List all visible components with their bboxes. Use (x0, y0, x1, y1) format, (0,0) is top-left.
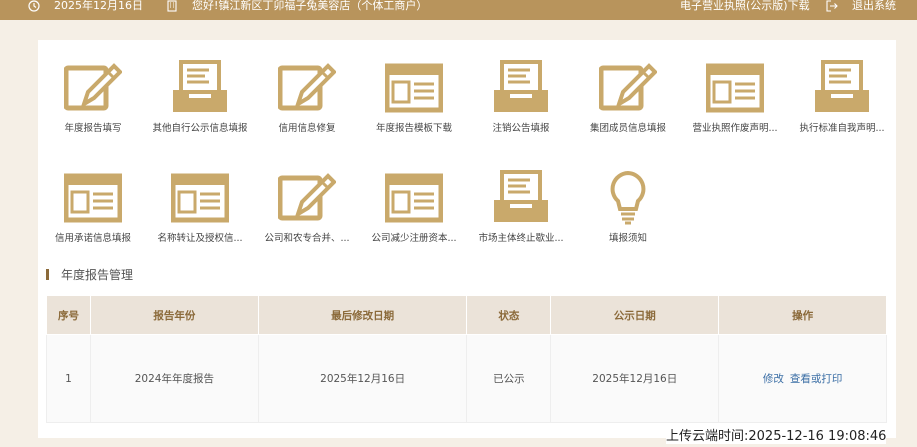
cell-index: 1 (46, 334, 91, 423)
annual-report-table: 序号 报告年份 最后修改日期 状态 公示日期 操作 1 2024年年度报告 20… (46, 295, 887, 423)
tile-7[interactable]: 营业执照作废声明... (683, 60, 787, 135)
cell-published: 2025年12月16日 (550, 334, 720, 423)
tile-5[interactable]: 注销公告填报 (469, 60, 573, 135)
tile-8[interactable]: 执行标准自我声明... (790, 60, 894, 135)
edit-link[interactable]: 修改 (763, 373, 784, 385)
exit-button[interactable]: 退出系统 (852, 0, 896, 20)
section-title-text: 年度报告管理 (61, 268, 134, 282)
tile-label: 注销公告填报 (492, 123, 550, 134)
window-list-icon (41, 170, 145, 226)
tile-11[interactable]: 公司和农专合并、... (255, 170, 359, 245)
table-header-row: 序号 报告年份 最后修改日期 状态 公示日期 操作 (46, 295, 887, 335)
tile-label: 执行标准自我声明... (799, 123, 885, 134)
clock-icon (28, 0, 40, 20)
greeting-text: 您好!镇江新区丁卯福子兔美容店（个体工商户） (192, 0, 428, 12)
tile-6[interactable]: 集团成员信息填报 (576, 60, 680, 135)
header-date: 2025年12月16日 (54, 0, 143, 12)
tile-label: 年度报告填写 (64, 123, 122, 134)
license-download-link[interactable]: 电子营业执照(公示版)下载 (680, 0, 810, 20)
top-bar: 2025年12月16日 您好!镇江新区丁卯福子兔美容店（个体工商户） 电子营业执… (0, 0, 917, 20)
window-list-icon (362, 60, 466, 116)
col-header-status: 状态 (466, 295, 552, 335)
tile-label: 市场主体终止歇业... (478, 233, 564, 244)
cell-modified: 2025年12月16日 (257, 334, 468, 423)
window-list-icon (148, 170, 252, 226)
inbox-icon (148, 60, 252, 116)
pencil-icon (41, 60, 145, 116)
tile-label: 公司减少注册资本... (371, 233, 457, 244)
tile-13[interactable]: 市场主体终止歇业... (469, 170, 573, 245)
tile-10[interactable]: 名称转让及授权信... (148, 170, 252, 245)
tile-label: 年度报告模板下载 (375, 123, 452, 134)
tile-12[interactable]: 公司减少注册资本... (362, 170, 466, 245)
cell-status: 已公示 (466, 334, 552, 423)
col-header-actions: 操作 (718, 295, 887, 335)
tile-label: 营业执照作废声明... (692, 123, 778, 134)
pencil-icon (255, 60, 359, 116)
building-icon (166, 0, 178, 20)
section-marker (46, 269, 49, 280)
tile-14[interactable]: 填报须知 (576, 170, 680, 245)
col-header-modified: 最后修改日期 (257, 295, 468, 335)
window-list-icon (683, 60, 787, 116)
cell-actions: 修改 查看或打印 (718, 334, 887, 423)
view-print-link[interactable]: 查看或打印 (790, 373, 843, 385)
inbox-icon (790, 60, 894, 116)
tile-3[interactable]: 信用信息修复 (255, 60, 359, 135)
tile-label: 其他自行公示信息填报 (152, 123, 248, 134)
tile-label: 填报须知 (608, 233, 647, 244)
cell-year: 2024年年度报告 (89, 334, 259, 423)
lightbulb-icon (576, 170, 680, 226)
section-title: 年度报告管理 (46, 266, 133, 283)
inbox-icon (469, 170, 573, 226)
window-list-icon (362, 170, 466, 226)
tile-9[interactable]: 信用承诺信息填报 (41, 170, 145, 245)
inbox-icon (469, 60, 573, 116)
tile-label: 信用信息修复 (278, 123, 336, 134)
col-header-published: 公示日期 (550, 295, 720, 335)
pencil-icon (255, 170, 359, 226)
tile-4[interactable]: 年度报告模板下载 (362, 60, 466, 135)
tile-label: 名称转让及授权信... (157, 233, 243, 244)
tile-2[interactable]: 其他自行公示信息填报 (148, 60, 252, 135)
col-header-year: 报告年份 (89, 295, 259, 335)
exit-icon[interactable] (826, 0, 838, 20)
tile-1[interactable]: 年度报告填写 (41, 60, 145, 135)
tile-label: 信用承诺信息填报 (54, 233, 131, 244)
pencil-icon (576, 60, 680, 116)
tile-label: 集团成员信息填报 (589, 123, 666, 134)
col-header-index: 序号 (46, 295, 91, 335)
upload-timestamp: 上传云端时间:2025-12-16 19:08:46 (666, 425, 887, 444)
tile-label: 公司和农专合并、... (264, 233, 350, 244)
table-row: 1 2024年年度报告 2025年12月16日 已公示 2025年12月16日 … (46, 334, 887, 423)
